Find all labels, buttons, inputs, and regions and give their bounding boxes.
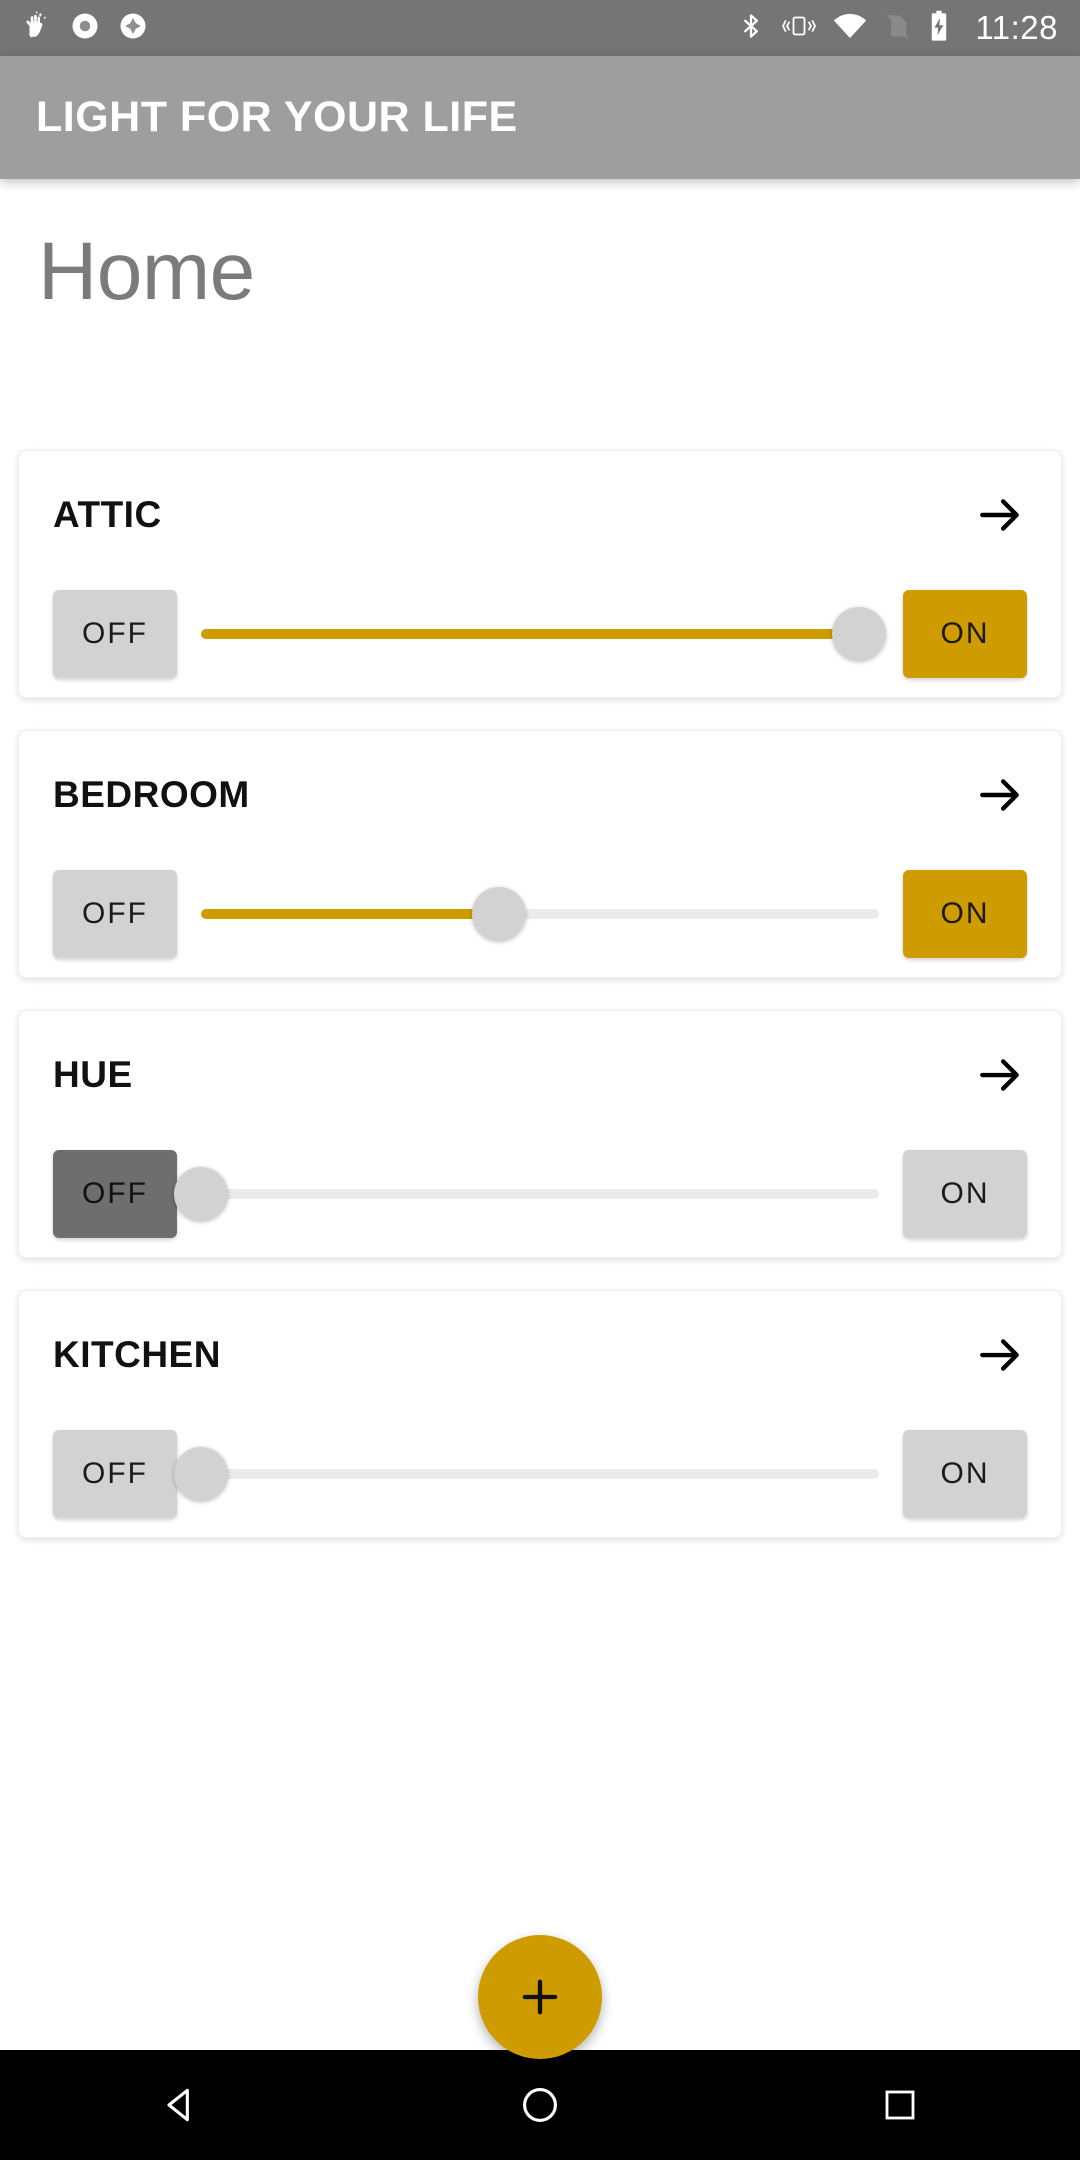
phone-screen: 11:28 LIGHT FOR YOUR LIFE Home ATTIC OFF [0,0,1080,2160]
room-card[interactable]: ATTIC OFF ON [18,450,1062,698]
clean-sparkle-icon [22,10,52,46]
diamond-icon [118,11,148,46]
back-triangle-icon[interactable] [120,2050,240,2160]
slider-thumb[interactable] [174,1447,228,1501]
app-bar-title: LIGHT FOR YOUR LIFE [36,93,518,141]
vibrate-icon [781,10,817,47]
room-controls: OFF ON [53,579,1027,689]
system-nav-bar [0,2050,1080,2160]
system-status-icons: 11:28 [737,9,1058,47]
arrow-right-icon[interactable] [973,1328,1027,1382]
room-name: ATTIC [53,494,162,535]
off-button[interactable]: OFF [53,1150,177,1238]
app-bar: LIGHT FOR YOUR LIFE [0,56,1080,179]
off-button[interactable]: OFF [53,870,177,958]
battery-charging-icon [927,10,951,47]
home-circle-icon[interactable] [480,2050,600,2160]
room-controls: OFF ON [53,859,1027,969]
notification-icons [22,10,148,46]
room-card[interactable]: BEDROOM OFF ON [18,730,1062,978]
room-controls: OFF ON [53,1419,1027,1529]
slider-thumb[interactable] [831,607,886,661]
on-button[interactable]: ON [903,870,1027,958]
slider-thumb[interactable] [472,887,527,941]
slider-track [201,1189,879,1199]
room-controls: OFF ON [53,1139,1027,1249]
slider-fill [201,629,859,639]
arrow-right-icon[interactable] [973,488,1027,542]
no-sim-icon [883,10,911,47]
room-card-header: BEDROOM [53,731,1027,859]
page-title: Home [38,226,255,317]
slider-thumb[interactable] [174,1167,228,1221]
slider-track [201,1469,879,1479]
on-button[interactable]: ON [903,590,1027,678]
room-name: HUE [53,1054,133,1095]
off-button[interactable]: OFF [53,1430,177,1518]
record-circle-icon [70,11,100,46]
room-name: KITCHEN [53,1334,221,1375]
wifi-icon [833,11,867,46]
slider-fill [201,909,500,919]
off-button[interactable]: OFF [53,590,177,678]
room-card[interactable]: KITCHEN OFF ON [18,1290,1062,1538]
brightness-slider[interactable] [201,870,879,958]
status-bar: 11:28 [0,0,1080,56]
brightness-slider[interactable] [174,1150,879,1238]
brightness-slider[interactable] [201,590,886,678]
room-card-header: ATTIC [53,451,1027,579]
room-card-list: ATTIC OFF ON BEDROOM OFF ON HUE OFF ON K… [0,450,1080,1570]
room-card[interactable]: HUE OFF ON [18,1010,1062,1258]
room-card-header: HUE [53,1011,1027,1139]
brightness-slider[interactable] [174,1430,879,1518]
status-clock: 11:28 [975,9,1058,46]
arrow-right-icon[interactable] [973,1048,1027,1102]
room-card-header: KITCHEN [53,1291,1027,1419]
recents-square-icon[interactable] [840,2050,960,2160]
on-button[interactable]: ON [903,1150,1027,1238]
on-button[interactable]: ON [903,1430,1027,1518]
arrow-right-icon[interactable] [973,768,1027,822]
add-room-fab[interactable] [478,1935,602,2059]
plus-icon [522,1979,558,2015]
bluetooth-icon [737,10,765,47]
room-name: BEDROOM [53,774,250,815]
